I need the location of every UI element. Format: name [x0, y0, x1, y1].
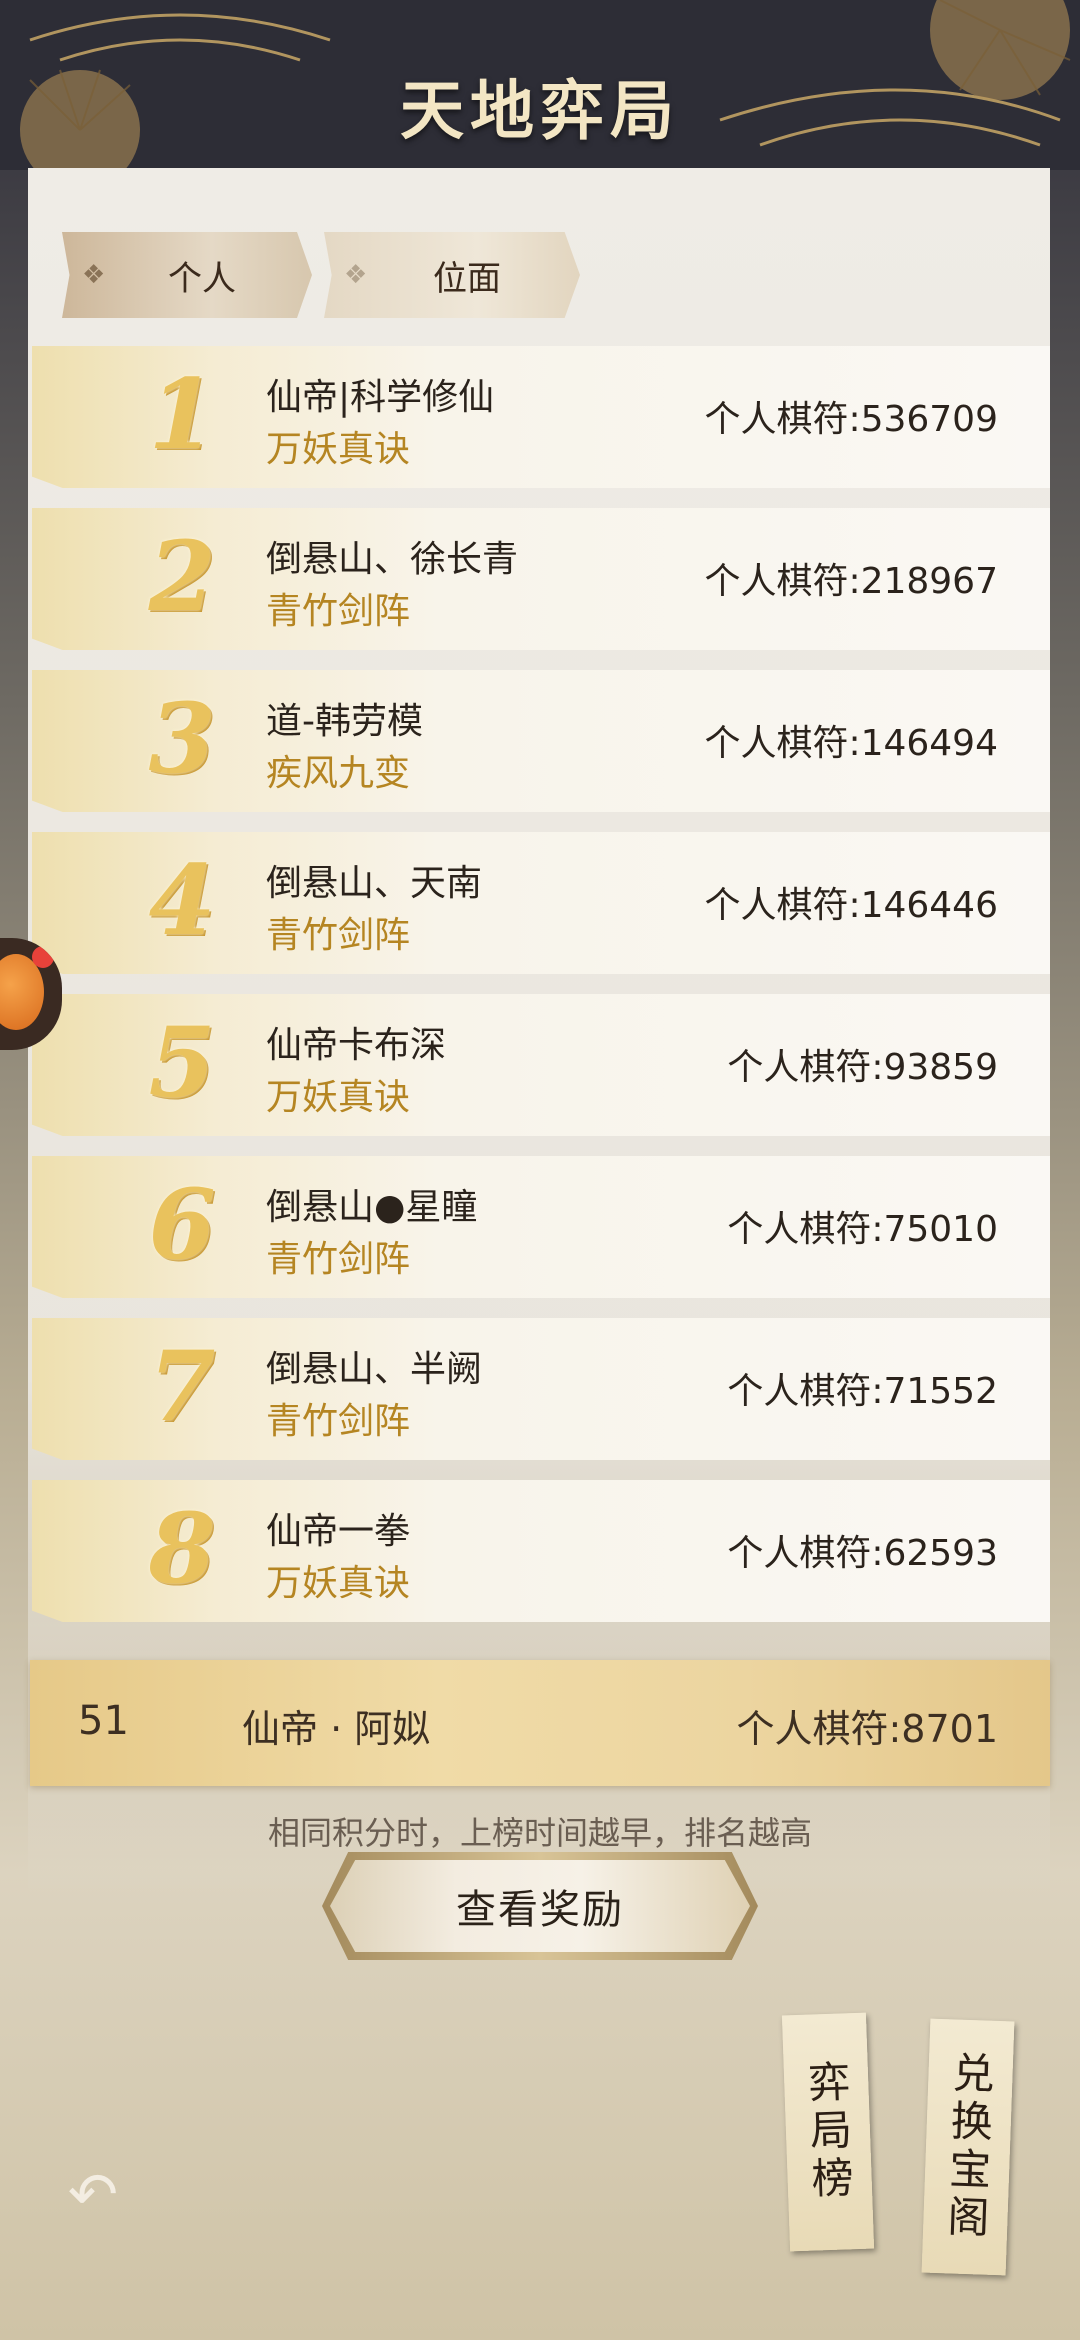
player-name: 倒悬山、天南 [266, 863, 483, 904]
leaderboard-row[interactable]: 1 仙帝|科学修仙 万妖真诀 个人棋符:536709 [32, 346, 1050, 488]
rank-number: 7 [148, 1330, 216, 1443]
player-sect: 青竹剑阵 [266, 1401, 411, 1442]
player-score: 个人棋符:93859 [727, 1047, 998, 1088]
player-score: 个人棋符:75010 [727, 1209, 998, 1250]
rank-number: 3 [148, 682, 216, 795]
rank-number: 6 [148, 1168, 216, 1281]
leaderboard-row[interactable]: 4 倒悬山、天南 青竹剑阵 个人棋符:146446 [32, 832, 1050, 974]
leaderboard-row[interactable]: 6 倒悬山●星瞳 青竹剑阵 个人棋符:75010 [32, 1156, 1050, 1298]
rank-number: 1 [148, 358, 216, 471]
player-name: 仙帝卡布深 [266, 1025, 447, 1066]
my-player-score: 个人棋符:8701 [736, 1707, 998, 1751]
player-sect: 青竹剑阵 [266, 1239, 411, 1280]
rank-board-tag-button[interactable]: 弈局榜 [781, 2012, 875, 2252]
tab-personal[interactable]: ❖ 个人 [62, 232, 312, 318]
leaderboard-row[interactable]: 7 倒悬山、半阙 青竹剑阵 个人棋符:71552 [32, 1318, 1050, 1460]
rank-number: 8 [148, 1492, 216, 1605]
player-sect: 万妖真诀 [266, 1563, 411, 1604]
leaderboard-row[interactable]: 2 倒悬山、徐长青 青竹剑阵 个人棋符:218967 [32, 508, 1050, 650]
leaderboard-list: 1 仙帝|科学修仙 万妖真诀 个人棋符:536709 2 倒悬山、徐长青 青竹剑… [32, 346, 1050, 1642]
leaderboard-row[interactable]: 8 仙帝一拳 万妖真诀 个人棋符:62593 [32, 1480, 1050, 1622]
rank-number: 4 [148, 844, 216, 957]
diamond-icon: ❖ [82, 260, 106, 290]
diamond-icon: ❖ [344, 260, 368, 290]
player-name: 倒悬山、徐长青 [266, 539, 519, 580]
rank-number: 5 [148, 1006, 216, 1119]
player-sect: 青竹剑阵 [266, 591, 411, 632]
notification-dot [32, 946, 54, 968]
player-score: 个人棋符:536709 [704, 399, 998, 440]
player-score: 个人棋符:62593 [727, 1533, 998, 1574]
player-score: 个人棋符:146446 [704, 885, 998, 926]
player-score: 个人棋符:218967 [704, 561, 998, 602]
leaderboard-row[interactable]: 3 道-韩劳模 疾风九变 个人棋符:146494 [32, 670, 1050, 812]
player-name: 倒悬山、半阙 [266, 1349, 483, 1390]
my-player-name: 仙帝 · 阿姒 [242, 1707, 431, 1751]
tab-plane[interactable]: ❖ 位面 [324, 232, 580, 318]
tab-label: 个人 [168, 258, 236, 299]
page-title: 天地弈局 [400, 74, 680, 149]
player-name: 仙帝|科学修仙 [266, 377, 495, 418]
player-sect: 万妖真诀 [266, 1077, 411, 1118]
player-sect: 疾风九变 [266, 753, 411, 794]
player-score: 个人棋符:71552 [727, 1371, 998, 1412]
my-rank-row: 51 仙帝 · 阿姒 个人棋符:8701 [30, 1660, 1050, 1786]
my-rank-number: 51 [78, 1698, 129, 1744]
player-name: 道-韩劳模 [266, 701, 423, 742]
rank-number: 2 [148, 520, 216, 633]
leaderboard-row[interactable]: 5 仙帝卡布深 万妖真诀 个人棋符:93859 [32, 994, 1050, 1136]
tab-label: 位面 [433, 258, 501, 299]
player-sect: 青竹剑阵 [266, 915, 411, 956]
back-arrow-icon[interactable]: ↶ [58, 2160, 128, 2230]
exchange-shop-tag-button[interactable]: 兑换宝阁 [921, 2018, 1015, 2276]
player-name: 倒悬山●星瞳 [266, 1187, 478, 1228]
view-rewards-button[interactable]: 查看奖励 [330, 1860, 750, 1952]
player-name: 仙帝一拳 [266, 1511, 411, 1552]
ranking-rule-hint: 相同积分时，上榜时间越早，排名越高 [267, 1814, 812, 1852]
player-sect: 万妖真诀 [266, 429, 411, 470]
player-score: 个人棋符:146494 [704, 723, 998, 764]
